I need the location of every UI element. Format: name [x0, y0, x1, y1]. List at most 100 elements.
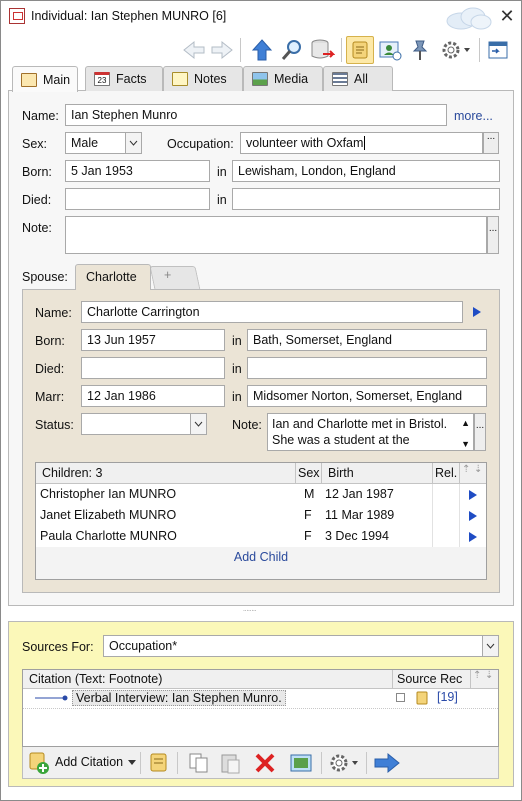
spouse-name-label: Name:	[35, 306, 72, 320]
child-birth: 3 Dec 1994	[325, 529, 389, 543]
go-to-spouse-icon[interactable]	[473, 307, 481, 317]
spouse-name-field[interactable]: Charlotte Carrington	[81, 301, 463, 323]
go-to-child-icon[interactable]	[469, 532, 477, 542]
close-button[interactable]: ✕	[497, 6, 517, 26]
spouse-died-date-field[interactable]	[81, 357, 225, 379]
children-table-header: Children: 3 Sex Birth Rel. ⇡ ⇣	[36, 463, 486, 484]
citation-row[interactable]: Verbal Interview: Ian Stephen Munro. [19…	[23, 689, 498, 708]
citation-toolbar: Add Citation	[22, 747, 499, 779]
spouse-born-date-field[interactable]: 13 Jun 1957	[81, 329, 225, 351]
delete-icon[interactable]	[253, 751, 277, 775]
main-icon	[21, 72, 37, 87]
occupation-more-button[interactable]: ...	[483, 132, 499, 154]
undock-window-icon[interactable]	[484, 36, 512, 64]
sex-label: Sex:	[22, 137, 48, 151]
app-icon	[9, 8, 25, 24]
sort-down-icon[interactable]: ⇣	[474, 464, 482, 475]
spouse-note-more-button[interactable]: ...	[474, 413, 486, 451]
spouse-note-label: Note:	[232, 418, 262, 432]
source-ref-link[interactable]: [19]	[437, 690, 458, 704]
source-scroll-icon[interactable]	[147, 751, 171, 775]
spouse-died-place-field[interactable]	[247, 357, 487, 379]
add-child-button[interactable]: Add Child	[36, 550, 486, 564]
tab-facts-label: Facts	[116, 72, 147, 86]
tab-all[interactable]: All	[323, 66, 393, 91]
status-label: Status:	[35, 418, 74, 432]
search-icon[interactable]	[278, 36, 306, 64]
born-place-field[interactable]: Lewisham, London, England	[232, 160, 500, 182]
occupation-field[interactable]: volunteer with Oxfam	[240, 132, 483, 154]
up-arrow-icon[interactable]	[248, 36, 276, 64]
scroll-down-icon[interactable]: ▼	[461, 436, 470, 450]
notes-icon	[172, 72, 188, 86]
note-field[interactable]	[65, 216, 487, 254]
person-card-icon[interactable]	[376, 36, 404, 64]
panel-splitter[interactable]: ˙˙˙˙˙˙˙˙	[243, 609, 257, 618]
child-row[interactable]: Janet Elizabeth MUNRO F 11 Mar 1989	[36, 505, 486, 526]
copy-icon[interactable]	[187, 751, 211, 775]
occupation-label: Occupation:	[167, 137, 234, 151]
tab-media[interactable]: Media	[243, 66, 323, 91]
col-source-rec-header[interactable]: Source Rec	[397, 672, 462, 686]
col-birth-header[interactable]: Birth	[328, 466, 354, 480]
spouse-note-field[interactable]: Ian and Charlotte met in Bristol. She wa…	[267, 413, 474, 451]
died-date-field[interactable]	[65, 188, 210, 210]
media-gallery-icon[interactable]	[289, 751, 315, 775]
sources-for-select[interactable]: Occupation*	[103, 635, 499, 657]
sort-down-icon[interactable]: ⇣	[485, 670, 493, 681]
died-place-field[interactable]	[232, 188, 500, 210]
caret-down-icon[interactable]	[128, 760, 136, 765]
all-icon	[332, 72, 348, 86]
scroll-up-icon[interactable]: ▲	[461, 415, 470, 431]
add-citation-button[interactable]: Add Citation	[55, 755, 123, 769]
marr-place-field[interactable]: Midsomer Norton, Somerset, England	[247, 385, 487, 407]
go-to-child-icon[interactable]	[469, 490, 477, 500]
toolbar-separator	[479, 38, 480, 62]
sort-up-icon[interactable]: ⇡	[473, 670, 481, 681]
note-more-button[interactable]: ...	[487, 216, 499, 254]
children-table: Children: 3 Sex Birth Rel. ⇡ ⇣ Christoph…	[35, 462, 487, 580]
cloud-icon	[446, 7, 492, 30]
settings-gear-icon[interactable]	[328, 751, 362, 775]
status-select[interactable]	[81, 413, 207, 435]
citation-checkbox[interactable]	[396, 693, 405, 702]
tab-notes[interactable]: Notes	[163, 66, 243, 91]
database-delete-icon[interactable]	[308, 36, 336, 64]
col-rel-header[interactable]: Rel.	[435, 466, 457, 480]
marr-date-field[interactable]: 12 Jan 1986	[81, 385, 225, 407]
forward-arrow-icon[interactable]	[373, 751, 401, 775]
col-children-header[interactable]: Children: 3	[42, 466, 102, 480]
col-citation-header[interactable]: Citation (Text: Footnote)	[29, 672, 162, 686]
name-field[interactable]: Ian Stephen Munro	[65, 104, 447, 126]
child-name: Janet Elizabeth MUNRO	[40, 508, 177, 522]
born-in-label: in	[217, 165, 227, 179]
paste-icon[interactable]	[219, 751, 243, 775]
born-date-field[interactable]: 5 Jan 1953	[65, 160, 210, 182]
add-spouse-tab[interactable]	[149, 266, 201, 290]
back-arrow-icon[interactable]	[180, 36, 208, 64]
tab-spouse-charlotte[interactable]: Charlotte	[75, 264, 151, 290]
source-scroll-icon[interactable]	[346, 36, 374, 64]
child-row[interactable]: Christopher Ian MUNRO M 12 Jan 1987	[36, 484, 486, 505]
settings-gear-icon[interactable]	[438, 36, 474, 64]
sex-select[interactable]: Male	[65, 132, 142, 154]
col-sex-header[interactable]: Sex	[298, 466, 320, 480]
toolbar-separator	[341, 38, 342, 62]
chevron-down-icon[interactable]	[190, 414, 206, 434]
chevron-down-icon[interactable]	[482, 636, 498, 656]
chevron-down-icon[interactable]	[125, 133, 141, 153]
spouse-born-place-field[interactable]: Bath, Somerset, England	[247, 329, 487, 351]
child-row[interactable]: Paula Charlotte MUNRO F 3 Dec 1994	[36, 526, 486, 547]
go-to-child-icon[interactable]	[469, 511, 477, 521]
sources-for-value: Occupation*	[109, 639, 178, 653]
more-link[interactable]: more...	[454, 109, 493, 123]
occupation-value: volunteer with Oxfam	[246, 136, 364, 150]
tab-main[interactable]: Main	[12, 66, 78, 92]
plus-icon[interactable]: +	[164, 268, 171, 282]
tab-facts[interactable]: 23 Facts	[85, 66, 163, 91]
add-citation-icon[interactable]	[27, 751, 51, 775]
sort-up-icon[interactable]: ⇡	[462, 464, 470, 475]
pin-icon[interactable]	[406, 36, 434, 64]
forward-arrow-icon[interactable]	[208, 36, 236, 64]
add-child-row: Add Child	[36, 547, 486, 579]
